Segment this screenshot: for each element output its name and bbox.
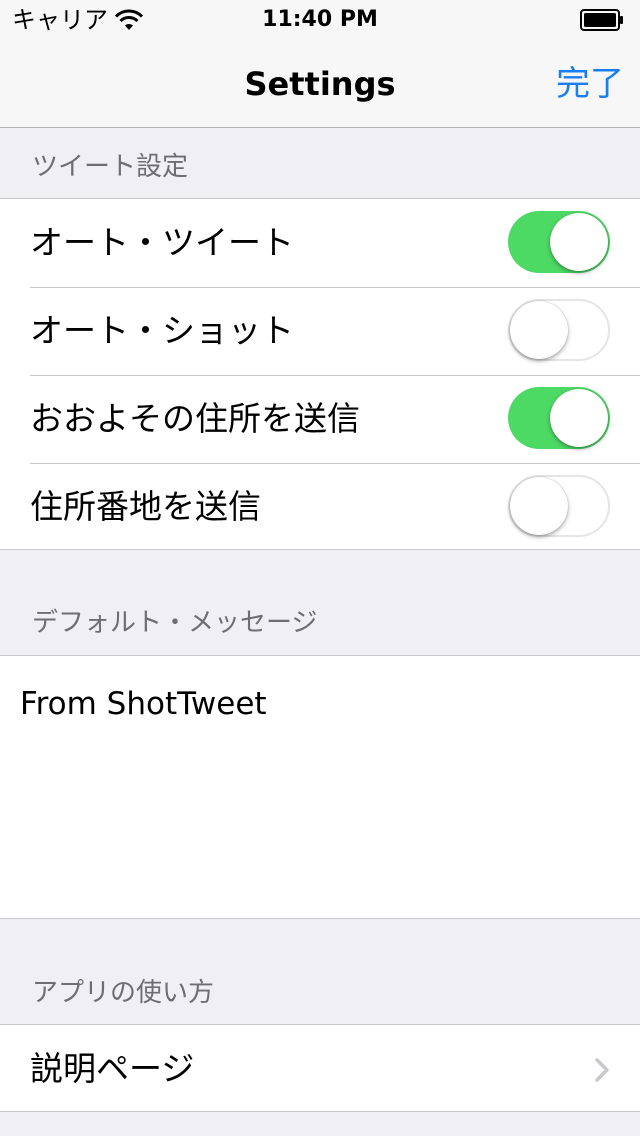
toggle-knob [550,389,608,447]
section-header-default-message: デフォルト・メッセージ [32,608,318,638]
help-page-row[interactable]: 説明ページ [0,1025,640,1113]
chevron-right-icon [595,1058,609,1082]
toggle-knob [510,477,568,535]
toggle-knob [550,213,608,271]
send-street-address-toggle[interactable] [508,475,610,537]
setting-row-send-street-address: 住所番地を送信 [0,463,640,551]
page-title: Settings [244,65,396,103]
done-button[interactable]: 完了 [556,62,624,106]
setting-label: オート・ショット [30,311,294,350]
default-message-textarea[interactable]: From ShotTweet [0,655,640,919]
app-usage-group: 説明ページ [0,1024,640,1112]
tweet-settings-group: オート・ツイート オート・ショット おおよその住所を送信 住所番地を送信 [0,198,640,550]
send-approx-address-toggle[interactable] [508,387,610,449]
setting-row-auto-tweet: オート・ツイート [0,199,640,287]
setting-label: おおよその住所を送信 [30,399,360,438]
setting-row-auto-shot: オート・ショット [0,287,640,375]
battery-icon [580,9,623,31]
status-bar: キャリア 11:40 PM [0,0,640,40]
default-message-text: From ShotTweet [20,686,267,722]
setting-row-send-approx-address: おおよその住所を送信 [0,375,640,463]
clock: 11:40 PM [262,7,378,32]
toggle-knob [510,301,568,359]
auto-tweet-toggle[interactable] [508,211,610,273]
setting-label: オート・ツイート [30,223,294,262]
section-header-app-usage: アプリの使い方 [32,978,215,1008]
auto-shot-toggle[interactable] [508,299,610,361]
navigation-bar: Settings 完了 [0,40,640,128]
section-header-tweet-settings: ツイート設定 [32,152,189,182]
help-page-label: 説明ページ [30,1049,195,1088]
setting-label: 住所番地を送信 [30,487,261,526]
